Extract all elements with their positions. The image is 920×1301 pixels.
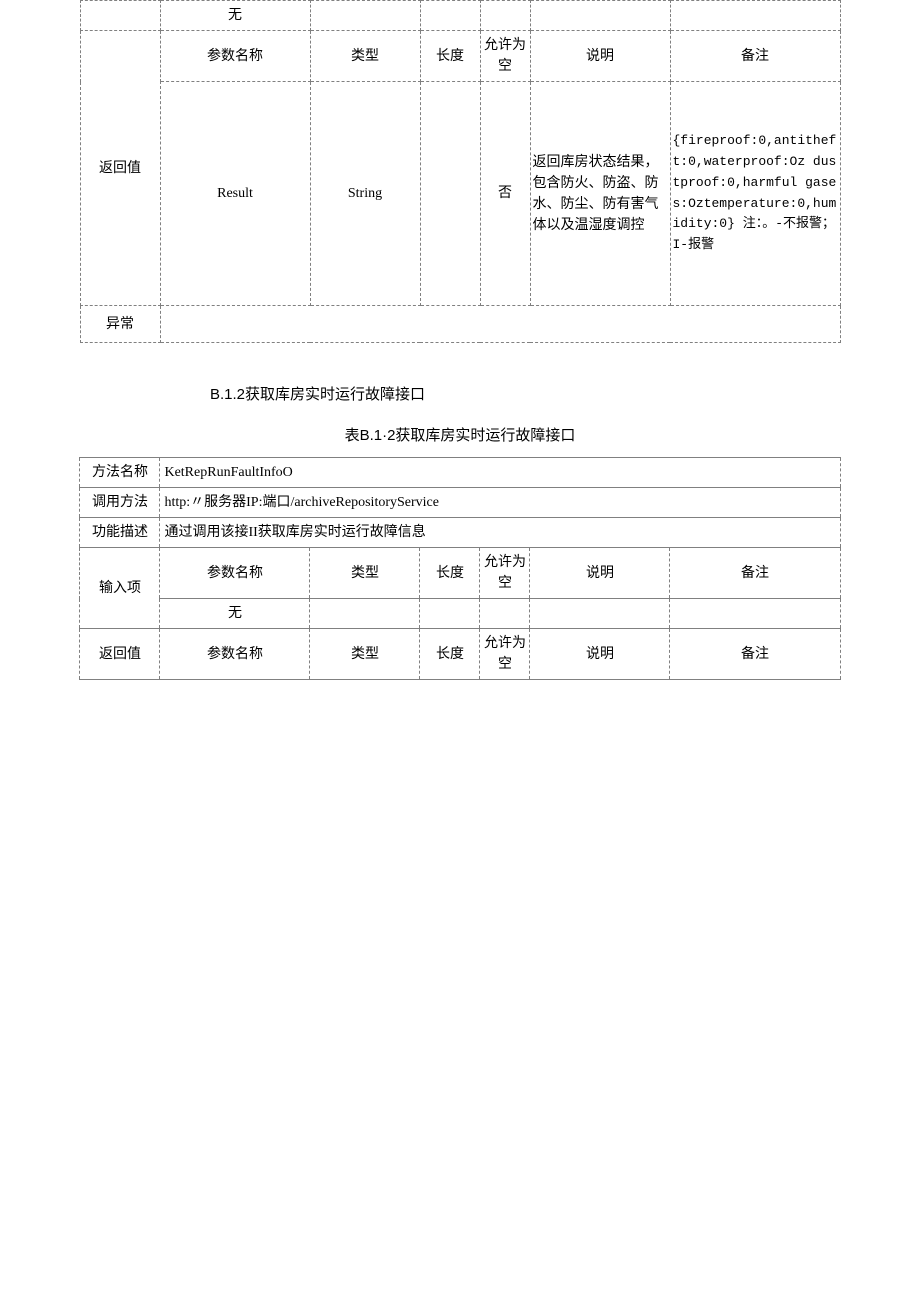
table-caption: 表B.1·2获取库房实时运行故障接口: [0, 424, 920, 445]
col-length: 长度: [420, 629, 480, 680]
cell: [420, 1, 480, 31]
col-desc: 说明: [530, 31, 670, 82]
col-param-name: 参数名称: [160, 629, 310, 680]
table-fault-interface: 方法名称 KetRepRunFaultInfoO 调用方法 http:〃服务器I…: [79, 457, 840, 680]
table-row: 方法名称 KetRepRunFaultInfoO: [80, 458, 840, 488]
col-nullable: 允许为空: [480, 31, 530, 82]
col-remark: 备注: [670, 31, 840, 82]
table-row: 调用方法 http:〃服务器IP:端口/archiveRepositorySer…: [80, 488, 840, 518]
section-heading: B.1.2获取库房实时运行故障接口: [210, 383, 920, 404]
cell: [670, 1, 840, 31]
cell-result-nullable: 否: [480, 82, 530, 306]
col-nullable: 允许为空: [480, 548, 530, 599]
cell: [670, 599, 840, 629]
cell: [480, 599, 530, 629]
table-row-header: 输入项 参数名称 类型 长度 允许为空 说明 备注: [80, 548, 840, 599]
col-param-name: 参数名称: [160, 548, 310, 599]
cell-result-remark: {fireproof:0,antitheft:0,waterproof:Oz d…: [670, 82, 840, 306]
cell-input-label: 输入项: [80, 548, 160, 629]
col-type: 类型: [310, 31, 420, 82]
cell-result-length: [420, 82, 480, 306]
cell-return-label: 返回值: [80, 31, 160, 306]
cell: [530, 1, 670, 31]
cell-func-value: 通过调用该接II获取库房实时运行故障信息: [160, 518, 840, 548]
cell-func-label: 功能描述: [80, 518, 160, 548]
cell: [530, 599, 670, 629]
cell-call-label: 调用方法: [80, 488, 160, 518]
col-type: 类型: [310, 548, 420, 599]
cell-result-desc: 返回库房状态结果，包含防火、防盗、防水、防尘、防有害气体以及温湿度调控: [530, 82, 670, 306]
cell-exception-label: 异常: [80, 306, 160, 343]
cell: [310, 599, 420, 629]
cell-method-name-label: 方法名称: [80, 458, 160, 488]
cell: [420, 599, 480, 629]
table-row: 异常: [80, 306, 840, 343]
table-row: 功能描述 通过调用该接II获取库房实时运行故障信息: [80, 518, 840, 548]
cell-call-value: http:〃服务器IP:端口/archiveRepositoryService: [160, 488, 840, 518]
table-row: 无: [80, 599, 840, 629]
col-length: 长度: [420, 548, 480, 599]
cell-none: 无: [160, 1, 310, 31]
col-param-name: 参数名称: [160, 31, 310, 82]
col-length: 长度: [420, 31, 480, 82]
col-desc: 说明: [530, 629, 670, 680]
cell-exception-value: [160, 306, 840, 343]
cell: [310, 1, 420, 31]
cell-result-name: Result: [160, 82, 310, 306]
table-row: 无: [80, 1, 840, 31]
col-type: 类型: [310, 629, 420, 680]
table-return-status: 无 返回值 参数名称 类型 长度 允许为空 说明 备注 Result Strin…: [80, 0, 841, 343]
col-nullable: 允许为空: [480, 629, 530, 680]
cell-empty: [80, 1, 160, 31]
cell-return-label: 返回值: [80, 629, 160, 680]
col-desc: 说明: [530, 548, 670, 599]
table-row: Result String 否 返回库房状态结果，包含防火、防盗、防水、防尘、防…: [80, 82, 840, 306]
cell-none: 无: [160, 599, 310, 629]
table-row-header: 返回值 参数名称 类型 长度 允许为空 说明 备注: [80, 629, 840, 680]
col-remark: 备注: [670, 629, 840, 680]
col-remark: 备注: [670, 548, 840, 599]
cell-result-type: String: [310, 82, 420, 306]
cell: [480, 1, 530, 31]
table-row-header: 返回值 参数名称 类型 长度 允许为空 说明 备注: [80, 31, 840, 82]
cell-method-name-value: KetRepRunFaultInfoO: [160, 458, 840, 488]
